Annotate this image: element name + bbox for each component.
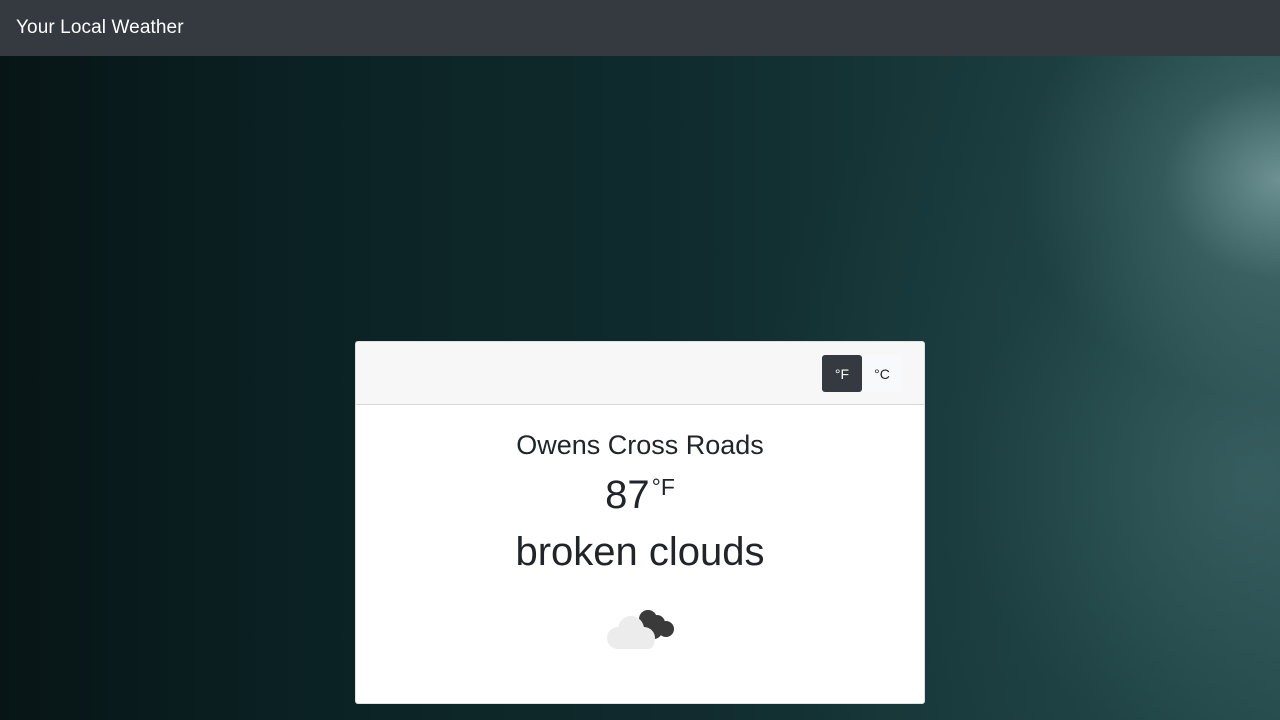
weather-condition: broken clouds [515,530,765,574]
temperature: 87 °F [356,471,924,519]
navbar-brand[interactable]: Your Local Weather [16,17,184,39]
location-name: Owens Cross Roads [516,430,764,460]
temperature-unit: °F [651,474,675,500]
navbar: Your Local Weather [0,0,1280,56]
fahrenheit-button[interactable]: °F [822,355,862,392]
temperature-value: 87 [605,473,650,517]
broken-clouds-icon [607,610,674,649]
weather-card: °F °C Owens Cross Roads 87 °F broken clo… [355,341,925,704]
celsius-button[interactable]: °C [862,355,902,392]
card-header: °F °C [356,342,924,405]
card-body: Owens Cross Roads 87 °F broken clouds [356,429,924,651]
unit-toggle: °F °C [822,355,902,392]
